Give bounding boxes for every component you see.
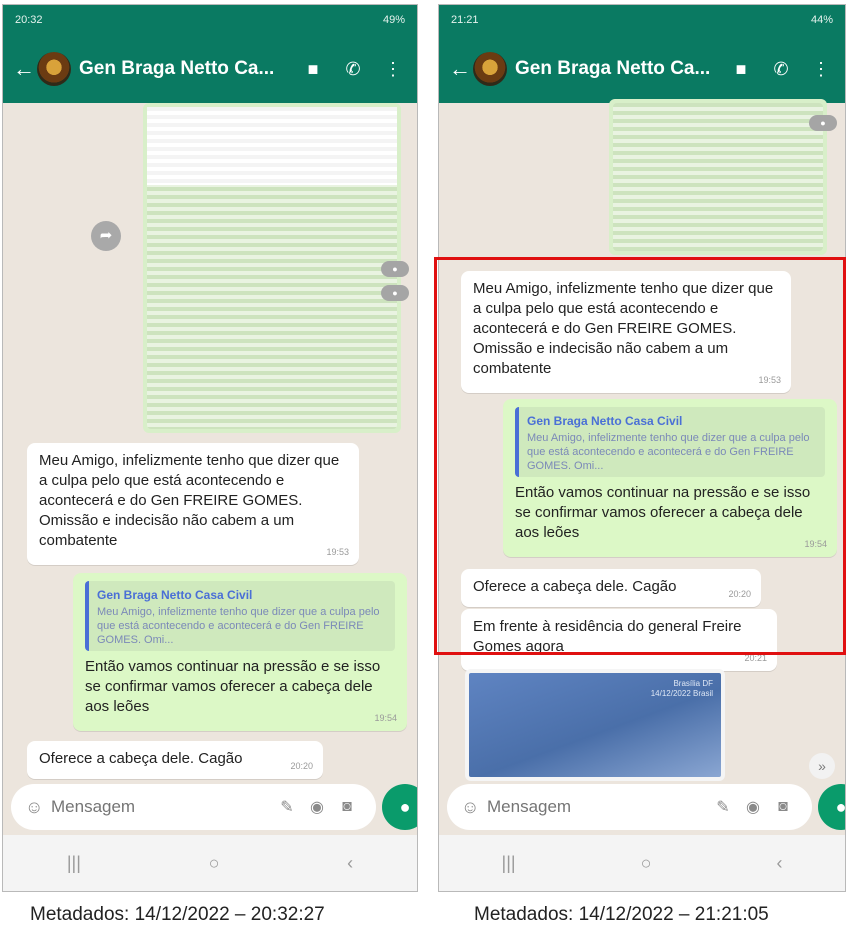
message-time: 20:20 [290, 761, 313, 771]
contact-name[interactable]: Gen Braga Netto Ca... [515, 58, 715, 80]
recent-apps-icon[interactable]: ||| [67, 853, 81, 874]
back-icon[interactable]: ‹ [347, 853, 353, 874]
payment-icon[interactable]: ◉ [738, 797, 768, 817]
contact-avatar[interactable] [37, 52, 71, 86]
message-bubble-incoming[interactable]: Oferece a cabeça dele. Cagão 20:20 [27, 741, 323, 779]
more-options-icon[interactable]: ⋮ [807, 59, 835, 80]
emoji-icon[interactable]: ☺ [461, 797, 487, 818]
camera-icon[interactable]: ◙ [332, 798, 362, 816]
chat-header: ← Gen Braga Netto Ca... ■ ✆ ⋮ [439, 35, 845, 103]
contact-avatar[interactable] [473, 52, 507, 86]
system-nav-bar: ||| ○ ‹ [3, 835, 417, 891]
image-badge-icon: ● [381, 285, 409, 301]
message-composer: ☺ ✎ ◉ ◙ ● [447, 783, 845, 831]
message-bubble-outgoing[interactable]: Gen Braga Netto Casa Civil Meu Amigo, in… [73, 573, 407, 731]
message-list: ➦ ● ● Meu Amigo, infelizmente tenho que … [3, 103, 417, 779]
back-arrow-icon[interactable]: ← [449, 56, 471, 82]
video-call-icon[interactable]: ■ [727, 59, 755, 80]
chat-header: ← Gen Braga Netto Ca... ■ ✆ ⋮ [3, 35, 417, 103]
payment-icon[interactable]: ◉ [302, 797, 332, 817]
paperclip-icon[interactable]: ✎ [272, 797, 302, 817]
forwarded-image-content [147, 107, 397, 429]
camera-icon[interactable]: ◙ [768, 798, 798, 816]
status-bar: 20:32 49% [3, 5, 417, 35]
media-thumbnail[interactable]: Brasília DF 14/12/2022 Brasil [465, 669, 725, 781]
message-composer: ☺ ✎ ◉ ◙ ● [11, 783, 417, 831]
paperclip-icon[interactable]: ✎ [708, 797, 738, 817]
video-call-icon[interactable]: ■ [299, 59, 327, 80]
message-input-pill: ☺ ✎ ◉ ◙ [447, 784, 812, 830]
home-icon[interactable]: ○ [209, 853, 220, 874]
message-bubble-incoming[interactable]: Meu Amigo, infelizmente tenho que dizer … [27, 443, 359, 565]
more-options-icon[interactable]: ⋮ [379, 59, 407, 80]
message-text: Meu Amigo, infelizmente tenho que dizer … [39, 452, 340, 549]
battery-level: 49% [382, 14, 405, 26]
metadata-caption-left: Metadados: 14/12/2022 – 20:32:27 [30, 904, 325, 925]
quoted-message[interactable]: Gen Braga Netto Casa Civil Meu Amigo, in… [85, 581, 395, 651]
phone-call-icon[interactable]: ✆ [339, 59, 367, 80]
thumbnail-caption: Brasília DF 14/12/2022 Brasil [650, 679, 713, 698]
message-time: 19:54 [374, 713, 397, 723]
microphone-icon[interactable]: ● [818, 784, 845, 830]
message-input[interactable] [487, 797, 708, 817]
phone-screenshot-left: 20:32 49% ← Gen Braga Netto Ca... ■ ✆ ⋮ … [2, 4, 418, 892]
status-time: 21:21 [451, 14, 479, 26]
comparison-stage: 20:32 49% ← Gen Braga Netto Ca... ■ ✆ ⋮ … [0, 0, 846, 936]
phone-call-icon[interactable]: ✆ [767, 59, 795, 80]
recent-apps-icon[interactable]: ||| [502, 853, 516, 874]
forwarded-image-header [147, 107, 397, 185]
quoted-sender: Gen Braga Netto Casa Civil [97, 588, 253, 602]
emoji-icon[interactable]: ☺ [25, 797, 51, 818]
home-icon[interactable]: ○ [641, 853, 652, 874]
back-icon[interactable]: ‹ [776, 853, 782, 874]
highlight-box [434, 257, 846, 655]
microphone-icon[interactable]: ● [382, 784, 417, 830]
message-text: Oferece a cabeça dele. Cagão [39, 750, 243, 767]
contact-name[interactable]: Gen Braga Netto Ca... [79, 58, 287, 80]
quoted-text: Meu Amigo, infelizmente tenho que dizer … [97, 606, 380, 646]
forwarded-image[interactable] [609, 99, 827, 255]
message-time: 19:53 [326, 547, 349, 557]
message-text: Então vamos continuar na pressão e se is… [85, 658, 381, 715]
image-badge-icon: ● [381, 261, 409, 277]
forwarded-image-content [613, 103, 823, 251]
forward-icon[interactable]: ➦ [91, 221, 121, 251]
status-bar: 21:21 44% [439, 5, 845, 35]
forwarded-image[interactable] [143, 103, 401, 433]
scroll-down-icon[interactable]: » [809, 753, 835, 779]
battery-level: 44% [810, 14, 833, 26]
back-arrow-icon[interactable]: ← [13, 56, 35, 82]
status-time: 20:32 [15, 14, 43, 26]
message-input[interactable] [51, 797, 272, 817]
metadata-caption-right: Metadados: 14/12/2022 – 21:21:05 [474, 904, 769, 925]
message-input-pill: ☺ ✎ ◉ ◙ [11, 784, 376, 830]
system-nav-bar: ||| ○ ‹ [439, 835, 845, 891]
image-badge-icon: ● [809, 115, 837, 131]
